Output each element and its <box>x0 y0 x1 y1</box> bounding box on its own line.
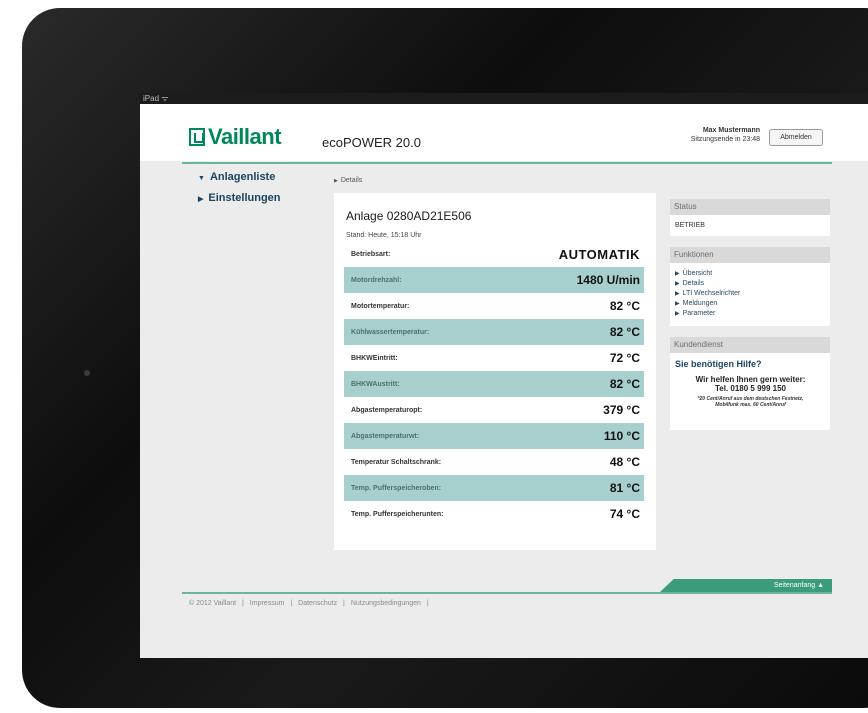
help-answer: Wir helfen Ihnen gern weiter: Tel. 0180 … <box>675 375 826 393</box>
footer-separator: | <box>343 600 345 607</box>
row-label: Kühlwassertemperatur: <box>351 328 430 336</box>
table-row: Temp. Pufferspeicherunten: 74 °C <box>344 501 644 527</box>
row-value: 110 °C <box>603 429 640 443</box>
user-name: Max Mustermann <box>702 127 760 134</box>
row-value: 72 °C <box>609 351 640 365</box>
footer-separator: | <box>426 600 429 607</box>
function-link-uebersicht[interactable]: ▶ Übersicht <box>675 269 825 279</box>
brand-name: Vaillant <box>208 124 282 149</box>
row-label: BHKWEintritt: <box>351 354 398 362</box>
help-fine-print: *20 Cent/Anruf aus dem deutschen Festnet… <box>675 396 826 408</box>
function-link-parameter[interactable]: ▶ Parameter <box>675 309 825 319</box>
vaillant-hare-icon <box>189 128 205 146</box>
page-header: Vaillant ecoPOWER 20.0 Max Mustermann Si… <box>140 104 868 161</box>
row-value: 82 °C <box>609 325 640 339</box>
last-update: Stand: Heute, 15:18 Uhr <box>346 232 422 239</box>
row-value: 48 °C <box>609 455 640 469</box>
service-panel-title: Kundendienst <box>670 337 830 353</box>
chevron-right-icon: ▶ <box>675 281 680 287</box>
function-link-details[interactable]: ▶ Details <box>675 279 825 289</box>
help-question: Sie benötigen Hilfe? <box>675 359 762 369</box>
functions-list: ▶ Übersicht ▶ Details ▶ LTI Wechselrichter … <box>670 263 830 326</box>
sidebar-item-label: Anlagenliste <box>209 171 276 183</box>
ipad-screen: iPad ᯤ ⚙ ▬ Vaillant ecoPOWER 20.0 Max Mu… <box>140 93 868 658</box>
help-answer-line: Wir helfen Ihnen gern weiter: <box>695 375 806 384</box>
row-value: 379 °C <box>603 403 640 417</box>
footer-separator: | <box>242 600 244 607</box>
footer-link-datenschutz[interactable]: Datenschutz <box>298 600 337 607</box>
row-label: Temp. Pufferspeicheroben: <box>351 484 442 492</box>
table-row: Temp. Pufferspeicheroben: 81 °C <box>344 475 644 501</box>
back-to-top-link[interactable]: Seitenanfang ▲ <box>660 579 832 592</box>
row-label: Abgastemperaturopt: <box>351 406 423 414</box>
plant-title: Anlage 0280AD21E506 <box>346 209 472 223</box>
right-column: Status BETRIEB Funktionen ▶ Übersicht ▶ De… <box>670 199 830 430</box>
row-value: AUTOMATIK <box>558 246 640 262</box>
table-row: Motortemperatur: 82 °C <box>344 293 644 319</box>
functions-panel-title: Funktionen <box>670 247 830 263</box>
status-value: BETRIEB <box>670 215 830 236</box>
header-divider <box>182 162 832 164</box>
footer-copyright: © 2012 Vaillant <box>189 600 237 607</box>
table-row: Kühlwassertemperatur: 82 °C <box>344 319 644 345</box>
chevron-right-icon: ▶ <box>675 311 680 317</box>
fine-print-line: Mobilfunk max. 60 Cent/Anruf <box>715 402 786 408</box>
chevron-down-icon: ▼ <box>198 175 205 182</box>
help-phone[interactable]: Tel. 0180 5 999 150 <box>675 384 826 393</box>
logout-button[interactable]: Abmelden <box>769 129 823 146</box>
row-label: Abgastemperaturwt: <box>351 432 420 440</box>
row-label: Temperatur Schaltschrank: <box>351 458 442 466</box>
breadcrumb: ▶ Details <box>334 177 362 184</box>
product-title: ecoPOWER 20.0 <box>322 135 421 150</box>
row-label: Betriebsart: <box>351 250 391 258</box>
footer-link-nutzungsbedingungen[interactable]: Nutzungsbedingungen <box>351 600 421 607</box>
user-info: Max Mustermann Sitzungsende in 23:48 <box>660 126 760 144</box>
table-row: BHKWAustritt: 82 °C <box>344 371 644 397</box>
chevron-right-icon: ▶ <box>675 291 680 297</box>
chevron-right-icon: ▶ <box>198 196 204 203</box>
row-label: Motordrehzahl: <box>351 276 402 284</box>
row-value: 82 °C <box>609 299 640 313</box>
row-value: 74 °C <box>609 507 640 521</box>
ios-status-bar: iPad ᯤ ⚙ ▬ <box>140 93 868 104</box>
chevron-right-icon: ▶ <box>675 301 680 307</box>
table-row: Betriebsart: AUTOMATIK <box>344 241 644 267</box>
table-row: Abgastemperaturopt: 379 °C <box>344 397 644 423</box>
chevron-right-icon: ▶ <box>675 271 680 277</box>
table-row: BHKWEintritt: 72 °C <box>344 345 644 371</box>
row-value: 81 °C <box>609 481 640 495</box>
breadcrumb-details[interactable]: Details <box>341 177 362 184</box>
web-page: Vaillant ecoPOWER 20.0 Max Mustermann Si… <box>140 104 868 658</box>
ipad-frame: iPad ᯤ ⚙ ▬ Vaillant ecoPOWER 20.0 Max Mu… <box>22 8 868 708</box>
session-timer: Sitzungsende in 23:48 <box>690 136 760 143</box>
table-row: Motordrehzahl: 1480 U/min <box>344 267 644 293</box>
footer-link-impressum[interactable]: Impressum <box>250 600 285 607</box>
row-label: Temp. Pufferspeicherunten: <box>351 510 444 518</box>
status-panel-title: Status <box>670 199 830 215</box>
function-link-lti[interactable]: ▶ LTI Wechselrichter <box>675 289 825 299</box>
plant-detail-card: Anlage 0280AD21E506 Stand: Heute, 15:18 … <box>334 193 656 550</box>
carrier-label: iPad ᯤ <box>143 94 169 103</box>
footer-separator: | <box>290 600 293 607</box>
values-table: Betriebsart: AUTOMATIK Motordrehzahl: 1480… <box>344 241 644 527</box>
sidebar-item-label: Einstellungen <box>208 192 281 204</box>
footer-divider <box>182 592 832 594</box>
function-link-meldungen[interactable]: ▶ Meldungen <box>675 299 825 309</box>
sidebar-nav: ▼ Anlagenliste ▶ Einstellungen <box>198 171 318 213</box>
home-camera-dot <box>84 370 90 376</box>
sidebar-item-anlagenliste[interactable]: ▼ Anlagenliste <box>198 171 318 183</box>
row-value: 1480 U/min <box>576 273 640 287</box>
service-panel: Sie benötigen Hilfe? Wir helfen Ihnen ge… <box>670 353 830 430</box>
table-row: Abgastemperaturwt: 110 °C <box>344 423 644 449</box>
row-label: Motortemperatur: <box>351 302 410 310</box>
sidebar-item-einstellungen[interactable]: ▶ Einstellungen <box>198 192 318 204</box>
footer-links: © 2012 Vaillant | Impressum | Datenschut… <box>189 600 433 607</box>
row-value: 82 °C <box>609 377 640 391</box>
chevron-right-icon: ▶ <box>334 178 338 184</box>
table-row: Temperatur Schaltschrank: 48 °C <box>344 449 644 475</box>
vaillant-logo[interactable]: Vaillant <box>189 124 282 150</box>
row-label: BHKWAustritt: <box>351 380 400 388</box>
